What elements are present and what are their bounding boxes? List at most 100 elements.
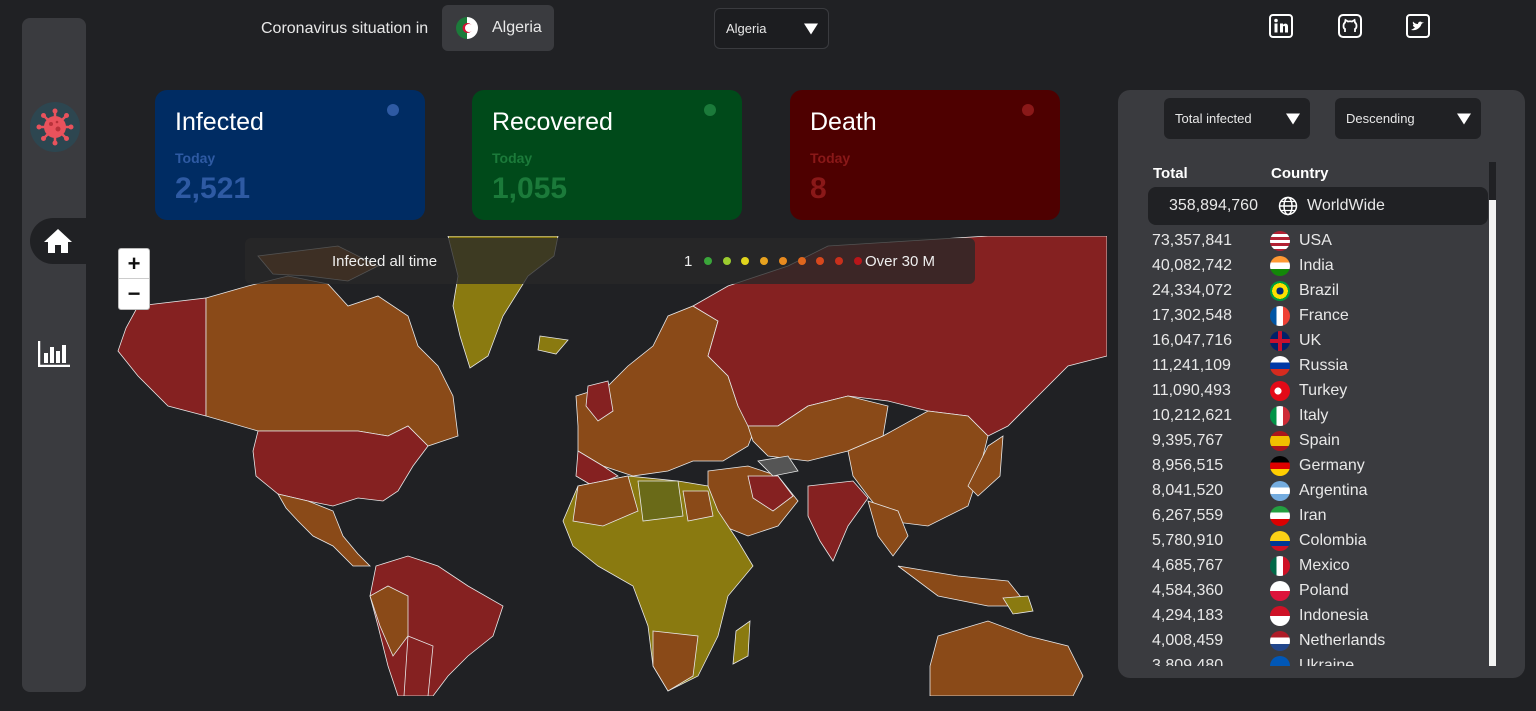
legend-color-dot: [797, 257, 806, 265]
country-name: Russia: [1299, 356, 1348, 374]
column-header-country[interactable]: Country: [1271, 165, 1329, 182]
legend-max-label: Over 30 M: [865, 253, 936, 270]
country-ranking-panel: Total infected Descending Total Country …: [1118, 90, 1525, 678]
legend-title: Infected all time: [332, 253, 438, 270]
country-row[interactable]: 73,357,841 USA: [1118, 228, 1488, 253]
country-flag-icon: [1270, 230, 1290, 251]
country-total: 11,241,109: [1152, 356, 1231, 374]
country-row[interactable]: 16,047,716 UK: [1118, 328, 1488, 353]
country-row[interactable]: 11,241,109 Russia: [1118, 353, 1488, 378]
country-row[interactable]: 17,302,548 France: [1118, 303, 1488, 328]
country-name: Poland: [1299, 581, 1349, 599]
country-flag-icon: [1270, 480, 1290, 501]
worldwide-name: WorldWide: [1307, 197, 1385, 214]
country-name: USA: [1299, 231, 1332, 249]
infected-today-label: Today: [175, 150, 216, 166]
country-list[interactable]: 73,357,841 USA 40,082,742 India 24,334,072 Br…: [1118, 228, 1488, 666]
country-flag-icon: [1270, 530, 1290, 551]
legend-color-dot: [722, 257, 731, 265]
country-select-value: Algeria: [726, 21, 767, 36]
worldwide-row[interactable]: 358,894,760 WorldWide: [1148, 187, 1488, 225]
legend-min-label: 1: [684, 253, 693, 270]
zoom-out-button[interactable]: −: [119, 279, 149, 309]
twitter-icon[interactable]: [1406, 14, 1432, 40]
scrollbar-thumb[interactable]: [1489, 200, 1496, 666]
country-row[interactable]: 6,267,559 Iran: [1118, 503, 1488, 528]
nav-home[interactable]: [30, 218, 86, 264]
country-total: 3,809,480: [1152, 656, 1224, 667]
country-name: Iran: [1299, 506, 1327, 524]
country-total: 4,685,767: [1152, 556, 1224, 574]
recovered-title: Recovered: [492, 108, 613, 136]
recovered-today-label: Today: [492, 150, 533, 166]
country-row[interactable]: 3,809,480 Ukraine: [1118, 653, 1488, 666]
github-icon[interactable]: [1338, 14, 1364, 40]
country-name: Indonesia: [1299, 606, 1369, 624]
country-name: Colombia: [1299, 531, 1367, 549]
country-name: Mexico: [1299, 556, 1350, 574]
legend-color-dot: [853, 257, 862, 265]
column-header-total[interactable]: Total: [1153, 165, 1188, 182]
country-name: UK: [1299, 331, 1322, 349]
country-row[interactable]: 8,041,520 Argentina: [1118, 478, 1488, 503]
zoom-control: + −: [118, 248, 150, 310]
country-flag-icon: [1270, 355, 1290, 376]
country-flag-icon: [1270, 330, 1290, 351]
caret-down-icon: [804, 23, 818, 34]
country-name: Netherlands: [1299, 631, 1386, 649]
death-card[interactable]: Death Today 8: [790, 90, 1060, 220]
country-name: Brazil: [1299, 281, 1340, 299]
country-row[interactable]: 8,956,515 Germany: [1118, 453, 1488, 478]
nav-statistics[interactable]: [36, 336, 72, 372]
country-total: 8,041,520: [1152, 481, 1224, 499]
country-row[interactable]: 40,082,742 India: [1118, 253, 1488, 278]
country-total: 40,082,742: [1152, 256, 1233, 274]
sort-field-select[interactable]: Total infected: [1164, 98, 1310, 139]
infected-card[interactable]: Infected Today 2,521: [155, 90, 425, 220]
country-total: 4,008,459: [1152, 631, 1224, 649]
country-total: 24,334,072: [1152, 281, 1233, 299]
linkedin-icon[interactable]: [1269, 14, 1295, 40]
country-flag-icon: [1270, 655, 1290, 666]
death-title: Death: [810, 108, 877, 136]
country-flag-icon: [1270, 580, 1290, 601]
caret-down-icon: [1286, 113, 1300, 124]
country-row[interactable]: 11,090,493 Turkey: [1118, 378, 1488, 403]
infected-title: Infected: [175, 108, 264, 136]
country-flag-icon: [1270, 405, 1290, 426]
country-name: Turkey: [1299, 381, 1348, 399]
caret-down-icon: [1457, 113, 1471, 124]
death-today-value: 8: [810, 172, 827, 205]
infected-today-value: 2,521: [175, 172, 251, 205]
zoom-in-button[interactable]: +: [119, 249, 149, 279]
world-map[interactable]: [108, 236, 1107, 696]
country-row[interactable]: 10,212,621 Italy: [1118, 403, 1488, 428]
worldwide-total: 358,894,760: [1169, 197, 1258, 214]
country-total: 11,090,493: [1152, 381, 1231, 399]
country-row[interactable]: 24,334,072 Brazil: [1118, 278, 1488, 303]
virus-logo-icon[interactable]: [30, 102, 80, 152]
country-name: Germany: [1299, 456, 1365, 474]
country-flag-icon: [1270, 505, 1290, 526]
country-total: 73,357,841: [1152, 231, 1233, 249]
country-row[interactable]: 4,008,459 Netherlands: [1118, 628, 1488, 653]
country-row[interactable]: 4,584,360 Poland: [1118, 578, 1488, 603]
legend-color-dot: [778, 257, 787, 265]
death-today-label: Today: [810, 150, 851, 166]
country-total: 5,780,910: [1152, 531, 1224, 549]
recovered-today-value: 1,055: [492, 172, 568, 205]
sort-order-select[interactable]: Descending: [1335, 98, 1481, 139]
country-total: 16,047,716: [1152, 331, 1233, 349]
globe-icon: [1278, 196, 1298, 216]
legend-color-dot: [834, 257, 843, 265]
recovered-card[interactable]: Recovered Today 1,055: [472, 90, 742, 220]
country-row[interactable]: 5,780,910 Colombia: [1118, 528, 1488, 553]
country-select[interactable]: Algeria: [714, 8, 829, 49]
country-total: 17,302,548: [1152, 306, 1233, 324]
country-name: France: [1299, 306, 1349, 324]
country-total: 8,956,515: [1152, 456, 1224, 474]
country-row[interactable]: 4,294,183 Indonesia: [1118, 603, 1488, 628]
country-row[interactable]: 9,395,767 Spain: [1118, 428, 1488, 453]
country-row[interactable]: 4,685,767 Mexico: [1118, 553, 1488, 578]
country-name: Argentina: [1299, 481, 1368, 499]
